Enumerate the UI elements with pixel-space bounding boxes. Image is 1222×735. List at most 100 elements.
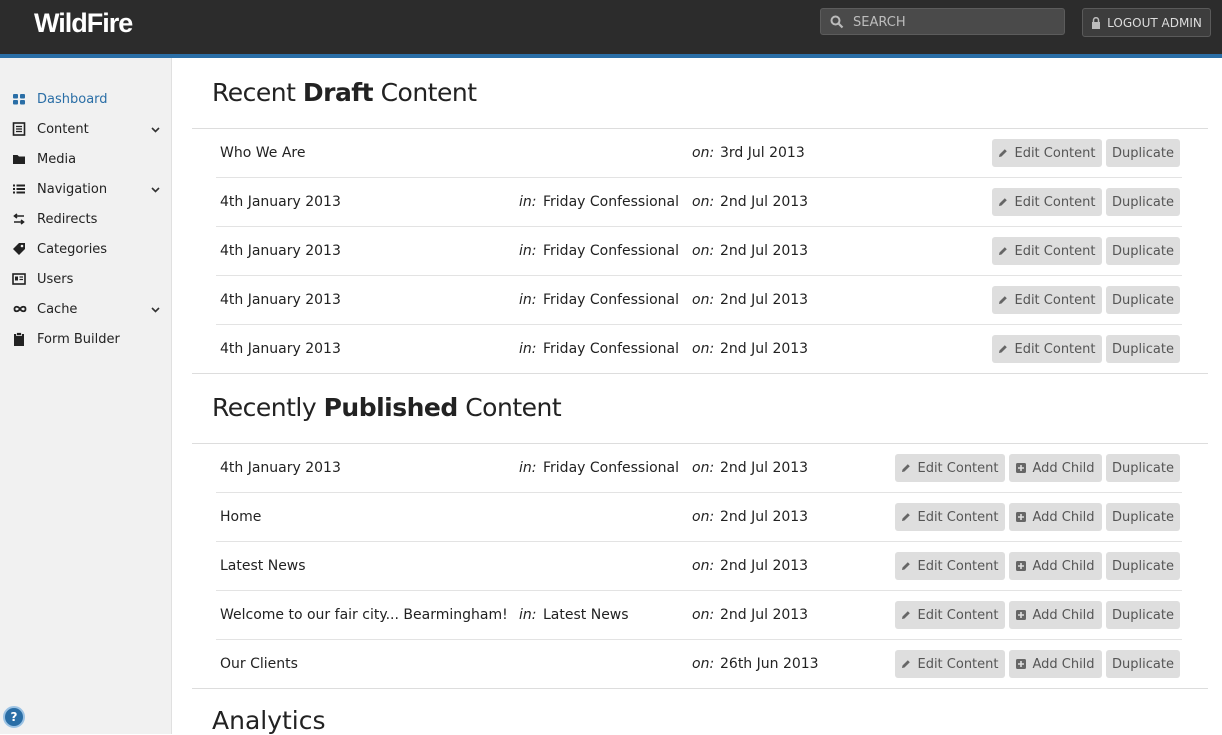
search-input[interactable] [851,12,1060,33]
plus-square-icon [1016,512,1027,522]
row-name: Welcome to our fair city... Bearmingham! [220,607,508,623]
row-name: Home [220,509,262,525]
clipboard-icon [14,332,24,346]
row-parent: Friday Confessional [543,292,680,308]
add-child-button[interactable]: Add Child [1009,454,1102,482]
add-child-button[interactable]: Add Child [1009,503,1102,531]
infinity-icon [13,305,27,313]
pencil-icon [902,562,911,570]
chevron-down-icon [151,306,160,313]
pencil-icon [999,247,1008,255]
sidebar-item-label: Users [37,271,74,287]
sidebar-item-content[interactable]: Content [0,114,171,144]
logout-button[interactable]: LOGOUT ADMIN [1082,8,1211,37]
table-row: Our Clients on: 26th Jun 2013 Edit Conte… [216,640,1182,689]
add-child-button[interactable]: Add Child [1009,601,1102,629]
in-label: in: [519,243,537,259]
plus-square-icon [1016,610,1027,620]
sidebar-item-label: Cache [37,301,78,317]
chevron-down-icon [151,126,160,133]
button-label: Duplicate [1112,509,1174,525]
button-label: Edit Content [1014,145,1096,161]
button-label: Edit Content [917,460,999,476]
row-date: 26th Jun 2013 [720,656,819,672]
duplicate-button[interactable]: Duplicate [1106,552,1180,580]
table-row: Latest News on: 2nd Jul 2013 Edit Conten… [216,542,1182,591]
duplicate-button[interactable]: Duplicate [1106,503,1180,531]
add-child-button[interactable]: Add Child [1009,650,1102,678]
row-date: 2nd Jul 2013 [720,558,809,574]
row-name: 4th January 2013 [220,292,341,308]
table-row: 4th January 2013 in: Friday Confessional… [216,325,1182,374]
duplicate-button[interactable]: Duplicate [1106,650,1180,678]
main-content: Recent Draft Content Who We Are on: 3rd … [192,58,1208,735]
button-label: Edit Content [917,509,999,525]
title-text: Recent [212,78,303,107]
in-label: in: [519,607,537,623]
pencil-icon [999,198,1008,206]
row-name: Latest News [220,558,306,574]
sidebar-item-navigation[interactable]: Navigation [0,174,171,204]
help-button[interactable]: ? [3,706,25,728]
pencil-icon [902,513,911,521]
on-label: on: [692,460,715,476]
row-name: 4th January 2013 [220,243,341,259]
duplicate-button[interactable]: Duplicate [1106,601,1180,629]
row-name: 4th January 2013 [220,194,341,210]
users-icon [12,273,26,285]
sidebar-item-categories[interactable]: Categories [0,234,171,264]
edit-content-button[interactable]: Edit Content [895,454,1005,482]
on-label: on: [692,558,715,574]
edit-content-button[interactable]: Edit Content [895,503,1005,531]
duplicate-button[interactable]: Duplicate [1106,335,1180,363]
title-text: Content [457,393,562,422]
edit-content-button[interactable]: Edit Content [992,237,1102,265]
button-label: Edit Content [917,656,999,672]
button-label: Duplicate [1112,607,1174,623]
table-row: Who We Are on: 3rd Jul 2013 Edit Content… [216,129,1182,178]
sidebar-item-media[interactable]: Media [0,144,171,174]
pencil-icon [902,611,911,619]
duplicate-button[interactable]: Duplicate [1106,139,1180,167]
draft-section-title: Recent Draft Content [212,78,477,107]
edit-content-button[interactable]: Edit Content [992,286,1102,314]
row-parent: Friday Confessional [543,460,680,476]
button-label: Add Child [1032,656,1095,672]
edit-content-button[interactable]: Edit Content [992,335,1102,363]
button-label: Duplicate [1112,194,1174,210]
duplicate-button[interactable]: Duplicate [1106,286,1180,314]
sidebar-item-form-builder[interactable]: Form Builder [0,324,171,354]
edit-content-button[interactable]: Edit Content [992,188,1102,216]
row-parent: Latest News [543,607,629,623]
button-label: Duplicate [1112,656,1174,672]
sidebar-item-cache[interactable]: Cache [0,294,171,324]
logo[interactable]: WildFire [34,8,133,39]
row-name: Who We Are [220,145,306,161]
duplicate-button[interactable]: Duplicate [1106,237,1180,265]
edit-content-button[interactable]: Edit Content [992,139,1102,167]
add-child-button[interactable]: Add Child [1009,552,1102,580]
sidebar-item-users[interactable]: Users [0,264,171,294]
search-box[interactable] [820,8,1065,35]
plus-square-icon [1016,463,1027,473]
sidebar-item-dashboard[interactable]: Dashboard [0,84,171,114]
edit-content-button[interactable]: Edit Content [895,650,1005,678]
title-text: Content [373,78,477,107]
plus-square-icon [1016,659,1027,669]
sidebar-item-redirects[interactable]: Redirects [0,204,171,234]
row-parent: Friday Confessional [543,194,680,210]
on-label: on: [692,194,715,210]
chevron-down-icon [151,186,160,193]
sidebar-item-label: Categories [37,241,108,257]
duplicate-button[interactable]: Duplicate [1106,454,1180,482]
button-label: Edit Content [917,607,999,623]
duplicate-button[interactable]: Duplicate [1106,188,1180,216]
row-parent: Friday Confessional [543,341,680,357]
edit-content-button[interactable]: Edit Content [895,601,1005,629]
edit-content-button[interactable]: Edit Content [895,552,1005,580]
button-label: Edit Content [1014,243,1096,259]
pencil-icon [902,660,911,668]
top-bar: WildFire LOGOUT ADMIN [0,0,1222,58]
redirect-icon [13,213,25,225]
divider [192,688,1208,689]
